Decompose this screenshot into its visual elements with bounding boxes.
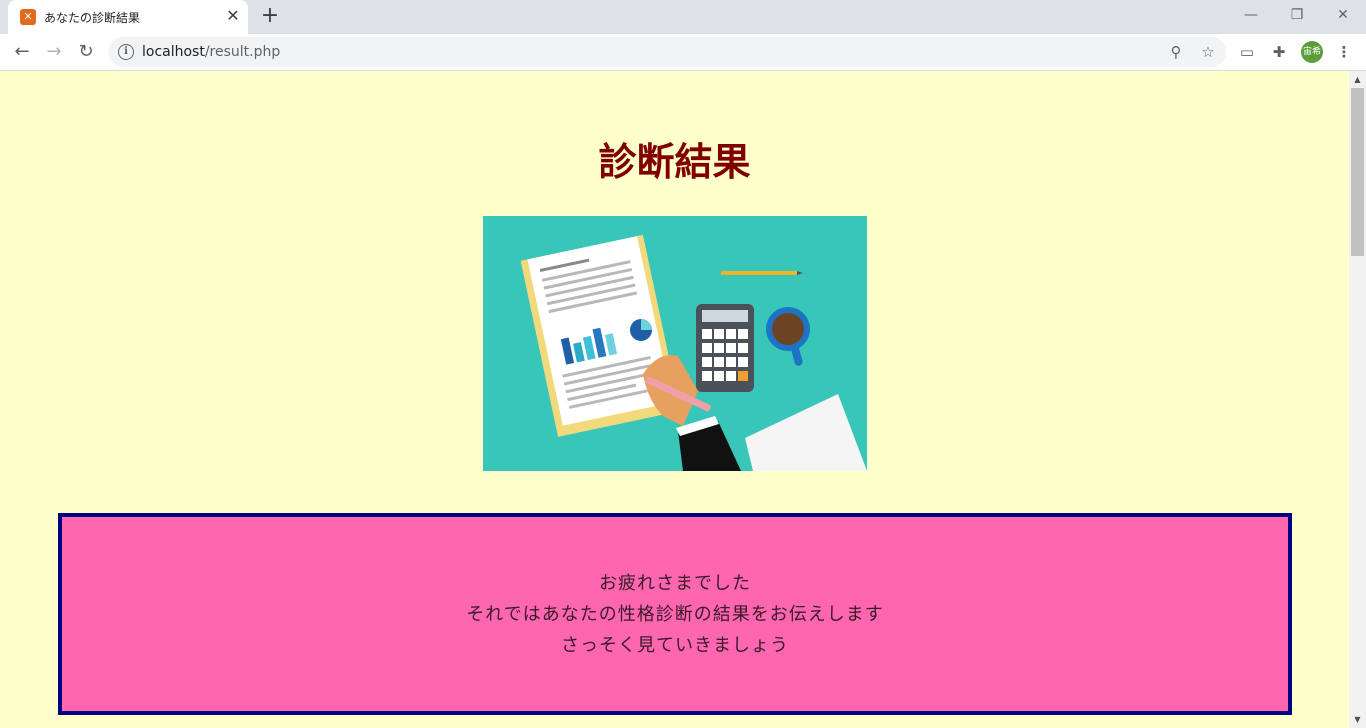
site-info-icon[interactable]: i: [118, 44, 134, 60]
xampp-favicon-icon: ✕: [20, 9, 36, 25]
reload-button[interactable]: ↻: [72, 38, 100, 66]
bookmark-star-icon[interactable]: ☆: [1198, 42, 1218, 62]
forward-button[interactable]: →: [40, 38, 68, 66]
new-tab-button[interactable]: +: [258, 5, 282, 29]
close-tab-icon[interactable]: ✕: [224, 7, 242, 25]
message-line: お疲れさまでした: [599, 573, 751, 594]
result-message-box: お疲れさまでした それではあなたの性格診断の結果をお伝えします さっそく見ていき…: [58, 513, 1292, 715]
tab-title: あなたの診断結果: [44, 11, 141, 25]
page-viewport: 診断結果 お疲れさまでした それではあなたの性格診断の結果をお伝えします さっそ…: [0, 71, 1349, 728]
extensions-puzzle-icon[interactable]: ✚: [1269, 42, 1289, 62]
blank-paper-sheet: [745, 394, 867, 471]
page-title: 診断結果: [598, 139, 751, 184]
message-line: さっそく見ていきましょう: [561, 635, 789, 656]
notification-icon[interactable]: ▭: [1237, 42, 1257, 62]
message-line: それではあなたの性格診断の結果をお伝えします: [466, 604, 884, 625]
pencil-icon: [721, 271, 797, 275]
back-button[interactable]: ←: [8, 38, 36, 66]
diagnosis-report-illustration: [483, 216, 867, 471]
illustration-svg: [520, 234, 867, 471]
scroll-up-arrow-icon[interactable]: ▲: [1349, 71, 1366, 88]
url-text: localhost/result.php: [142, 44, 281, 60]
browser-toolbar: ← → ↻ i localhost/result.php ⚲ ☆ ▭ ✚ 宙希 …: [0, 34, 1366, 71]
vertical-scrollbar[interactable]: ▲ ▼: [1349, 71, 1366, 728]
restore-icon[interactable]: ❐: [1283, 3, 1311, 27]
address-bar[interactable]: i localhost/result.php ⚲ ☆: [108, 37, 1226, 67]
zoom-icon[interactable]: ⚲: [1166, 42, 1186, 62]
minimize-icon[interactable]: —: [1237, 3, 1265, 27]
scroll-down-arrow-icon[interactable]: ▼: [1349, 711, 1366, 728]
active-tab[interactable]: ✕ あなたの診断結果 ✕: [8, 0, 248, 34]
close-window-icon[interactable]: ✕: [1329, 3, 1357, 27]
menu-kebab-icon[interactable]: ⋮: [1334, 42, 1354, 62]
profile-avatar[interactable]: 宙希: [1301, 41, 1323, 63]
tab-strip: ✕ あなたの診断結果 ✕ + — ❐ ✕: [0, 0, 1366, 34]
scroll-thumb[interactable]: [1351, 88, 1364, 256]
